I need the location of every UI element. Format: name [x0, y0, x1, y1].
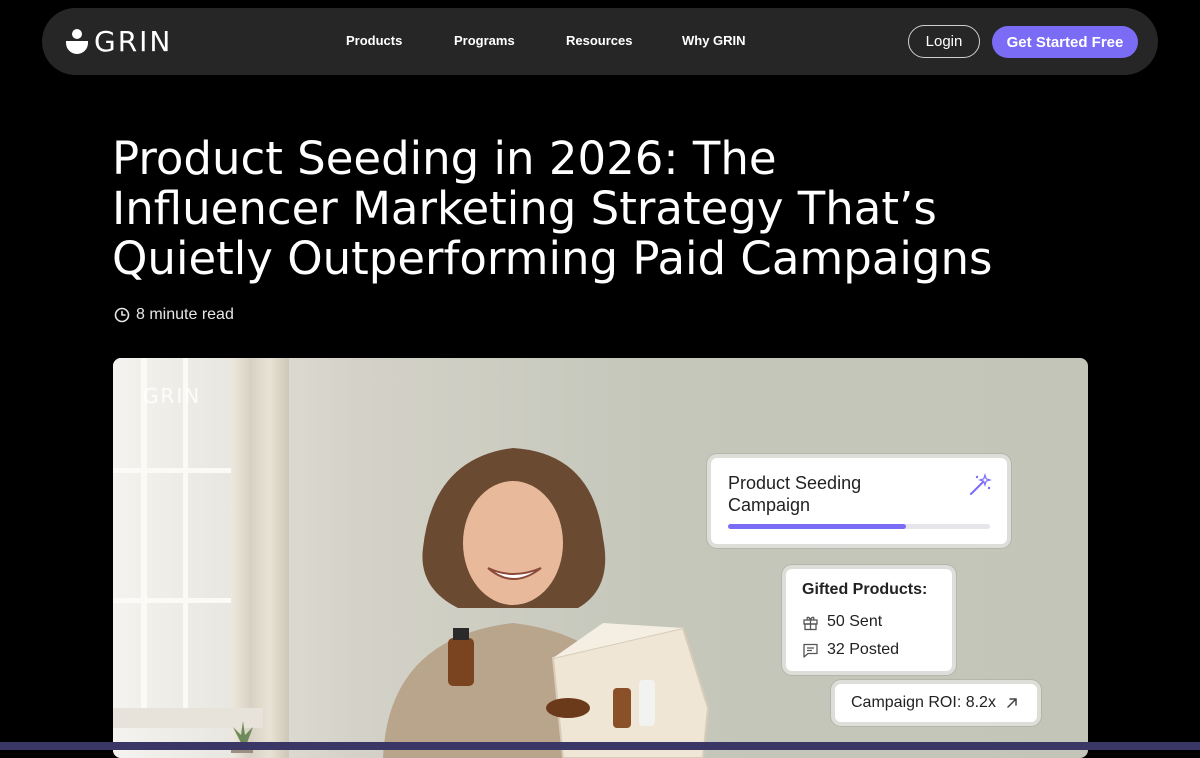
sent-count: 50 Sent — [827, 613, 883, 630]
campaign-card-title: Product Seeding Campaign — [728, 473, 862, 515]
gifted-products-card: Gifted Products: 50 Sent 32 Posted — [786, 569, 952, 671]
campaign-progress-bar — [728, 524, 990, 529]
top-navbar: GRIN Products Programs Resources Why GRI… — [42, 8, 1158, 75]
sent-stat: 50 Sent — [802, 613, 882, 631]
arrow-up-right-icon — [1007, 698, 1017, 708]
product-seeding-campaign-card: Product Seeding Campaign — [711, 458, 1007, 544]
bottom-strip — [0, 742, 1200, 750]
campaign-roi-label: Campaign ROI: 8.2x — [851, 694, 996, 711]
read-time-label: 8 minute read — [136, 306, 234, 323]
posted-count: 32 Posted — [827, 641, 900, 658]
campaign-progress-fill — [728, 524, 907, 529]
curtain — [231, 358, 289, 758]
nav-link-resources[interactable]: Resources — [566, 32, 632, 50]
woman-with-box-illustration — [383, 448, 710, 758]
nav-link-programs[interactable]: Programs — [454, 32, 515, 50]
get-started-free-button[interactable]: Get Started Free — [992, 26, 1138, 58]
sparkle-wand-icon — [970, 473, 992, 495]
posted-stat: 32 Posted — [802, 641, 899, 659]
nav-link-why-grin[interactable]: Why GRIN — [682, 32, 746, 50]
gifted-products-title: Gifted Products: — [802, 581, 928, 598]
campaign-roi-card: Campaign ROI: 8.2x — [835, 684, 1037, 722]
read-time: 8 minute read — [114, 306, 234, 324]
comment-icon — [803, 643, 818, 658]
nav-links: Products Programs Resources Why GRIN — [42, 8, 1158, 75]
gift-icon — [803, 616, 818, 630]
hero-image: GRIN Product Seeding Campaign Gifted Pro… — [113, 358, 1088, 758]
login-button[interactable]: Login — [908, 25, 980, 58]
nav-link-products[interactable]: Products — [346, 32, 402, 50]
article-title: Product Seeding in 2026: The Influencer … — [112, 132, 993, 285]
hero-watermark-logo: GRIN — [143, 384, 202, 408]
clock-icon — [114, 307, 130, 323]
